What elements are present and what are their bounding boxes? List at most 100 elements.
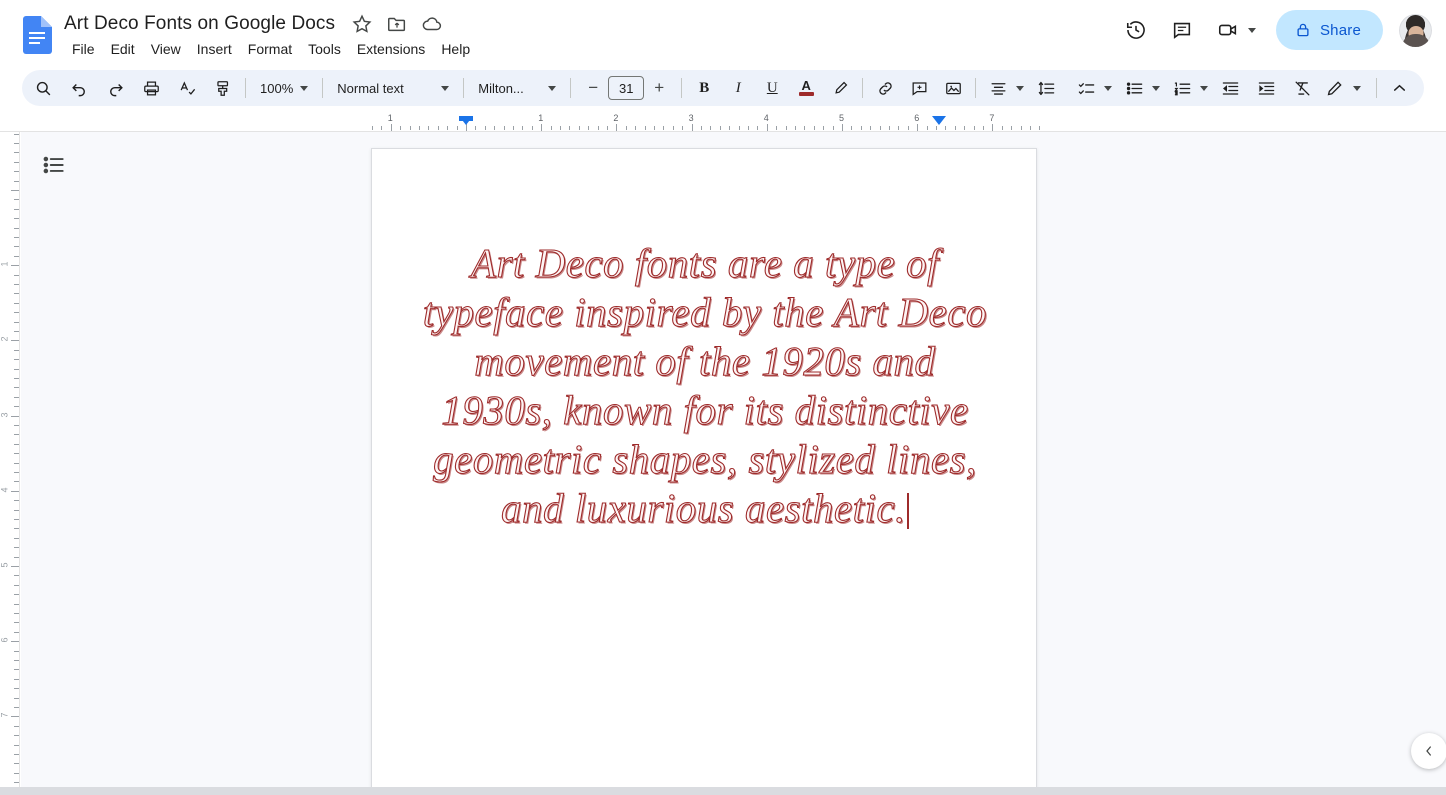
clear-formatting-icon[interactable] bbox=[1287, 73, 1317, 103]
ruler-tick bbox=[11, 716, 19, 717]
ruler-tick bbox=[457, 126, 458, 130]
checklist-icon[interactable] bbox=[1071, 73, 1101, 103]
star-icon[interactable] bbox=[351, 13, 373, 35]
ruler-tick bbox=[14, 669, 19, 670]
ruler-tick bbox=[898, 126, 899, 130]
ruler-tick bbox=[14, 312, 19, 313]
paint-format-icon[interactable] bbox=[208, 73, 238, 103]
spellcheck-icon[interactable] bbox=[172, 73, 202, 103]
ruler-tick bbox=[372, 126, 373, 130]
document-body[interactable]: Art Deco fonts are a type of typeface in… bbox=[420, 239, 990, 533]
increase-indent-icon[interactable] bbox=[1251, 73, 1281, 103]
ruler-label: 1 bbox=[0, 262, 10, 267]
document-paragraph: Art Deco fonts are a type of typeface in… bbox=[423, 240, 987, 531]
ruler-tick bbox=[842, 124, 843, 131]
video-call-icon[interactable] bbox=[1208, 10, 1248, 50]
ruler-tick bbox=[870, 126, 871, 130]
ruler-tick bbox=[381, 126, 382, 130]
menu-item-extensions[interactable]: Extensions bbox=[349, 38, 433, 61]
text-color-label: A bbox=[802, 80, 811, 91]
italic-label: I bbox=[736, 80, 741, 97]
comments-icon[interactable] bbox=[1162, 10, 1202, 50]
undo-icon[interactable] bbox=[64, 73, 94, 103]
ruler-tick bbox=[14, 199, 19, 200]
ruler-tick bbox=[729, 126, 730, 130]
ruler-tick bbox=[14, 406, 19, 407]
ruler-tick bbox=[14, 387, 19, 388]
document-outline-icon[interactable] bbox=[41, 152, 67, 178]
ruler-tick bbox=[673, 126, 674, 130]
ruler-tick bbox=[861, 126, 862, 130]
decrease-font-size-button[interactable]: − bbox=[578, 73, 608, 103]
chevron-down-icon[interactable] bbox=[1353, 86, 1361, 91]
ruler-tick bbox=[14, 604, 19, 605]
vertical-ruler[interactable]: 12345678 bbox=[0, 132, 20, 795]
bulleted-list-icon[interactable] bbox=[1119, 73, 1149, 103]
top-right-actions: Share bbox=[1116, 10, 1432, 50]
redo-icon[interactable] bbox=[100, 73, 130, 103]
bold-button[interactable]: B bbox=[689, 73, 719, 103]
ruler-tick bbox=[14, 782, 19, 783]
ruler-tick bbox=[1039, 126, 1040, 130]
ruler-tick bbox=[391, 124, 392, 131]
ruler-tick bbox=[541, 124, 542, 131]
horizontal-ruler[interactable]: 11234567 bbox=[0, 112, 1446, 132]
left-indent-marker[interactable] bbox=[459, 116, 473, 125]
ruler-tick bbox=[786, 126, 787, 130]
underline-button[interactable]: U bbox=[757, 73, 787, 103]
share-button[interactable]: Share bbox=[1276, 10, 1383, 50]
insert-image-icon[interactable] bbox=[938, 73, 968, 103]
right-indent-marker[interactable] bbox=[932, 116, 946, 125]
font-family-control[interactable]: Milton... bbox=[471, 73, 563, 103]
font-size-input[interactable]: 31 bbox=[608, 76, 644, 100]
ruler-tick bbox=[14, 481, 19, 482]
italic-button[interactable]: I bbox=[723, 73, 753, 103]
decrease-indent-icon[interactable] bbox=[1215, 73, 1245, 103]
version-history-icon[interactable] bbox=[1116, 10, 1156, 50]
ruler-tick bbox=[974, 126, 975, 130]
search-icon[interactable] bbox=[28, 73, 58, 103]
increase-font-size-button[interactable]: + bbox=[644, 73, 674, 103]
ruler-label: 3 bbox=[689, 113, 694, 123]
menu-item-format[interactable]: Format bbox=[240, 38, 300, 61]
document-title[interactable]: Art Deco Fonts on Google Docs bbox=[64, 13, 335, 35]
saved-to-drive-cloud-icon[interactable] bbox=[421, 13, 443, 35]
paragraph-style-control[interactable]: Normal text bbox=[330, 73, 456, 103]
align-center-icon[interactable] bbox=[983, 73, 1013, 103]
add-comment-icon[interactable] bbox=[904, 73, 934, 103]
menu-item-view[interactable]: View bbox=[143, 38, 189, 61]
chevron-down-icon[interactable] bbox=[1016, 86, 1024, 91]
text-cursor bbox=[907, 493, 909, 529]
chevron-down-icon[interactable] bbox=[1152, 86, 1160, 91]
edit-mode-pencil-icon[interactable] bbox=[1319, 73, 1349, 103]
ruler-tick bbox=[917, 124, 918, 131]
numbered-list-icon[interactable] bbox=[1167, 73, 1197, 103]
menu-item-tools[interactable]: Tools bbox=[300, 38, 349, 61]
menu-item-edit[interactable]: Edit bbox=[103, 38, 143, 61]
expand-side-panel-icon[interactable] bbox=[1411, 733, 1446, 769]
text-color-button[interactable]: A bbox=[791, 73, 821, 103]
insert-link-icon[interactable] bbox=[870, 73, 900, 103]
line-spacing-icon[interactable] bbox=[1031, 73, 1061, 103]
avatar[interactable] bbox=[1399, 14, 1432, 47]
menu-item-insert[interactable]: Insert bbox=[189, 38, 240, 61]
chevron-down-icon[interactable] bbox=[1104, 86, 1112, 91]
zoom-control[interactable]: 100% bbox=[253, 73, 315, 103]
print-icon[interactable] bbox=[136, 73, 166, 103]
ruler-label: 3 bbox=[0, 412, 10, 417]
bottom-scrollbar[interactable] bbox=[0, 787, 1446, 795]
google-docs-logo[interactable] bbox=[22, 16, 52, 54]
document-page[interactable]: Art Deco fonts are a type of typeface in… bbox=[371, 148, 1037, 795]
ruler-tick bbox=[14, 303, 19, 304]
ruler-tick bbox=[485, 126, 486, 130]
collapse-toolbar-icon[interactable] bbox=[1384, 73, 1414, 103]
ruler-tick bbox=[692, 124, 693, 131]
highlight-icon[interactable] bbox=[825, 73, 855, 103]
video-call-button[interactable] bbox=[1208, 10, 1266, 50]
menu-item-help[interactable]: Help bbox=[433, 38, 478, 61]
chevron-down-icon[interactable] bbox=[1200, 86, 1208, 91]
menu-item-file[interactable]: File bbox=[64, 38, 103, 61]
chevron-down-icon[interactable] bbox=[1248, 28, 1256, 33]
move-to-folder-icon[interactable] bbox=[386, 13, 408, 35]
ruler-label: 4 bbox=[764, 113, 769, 123]
